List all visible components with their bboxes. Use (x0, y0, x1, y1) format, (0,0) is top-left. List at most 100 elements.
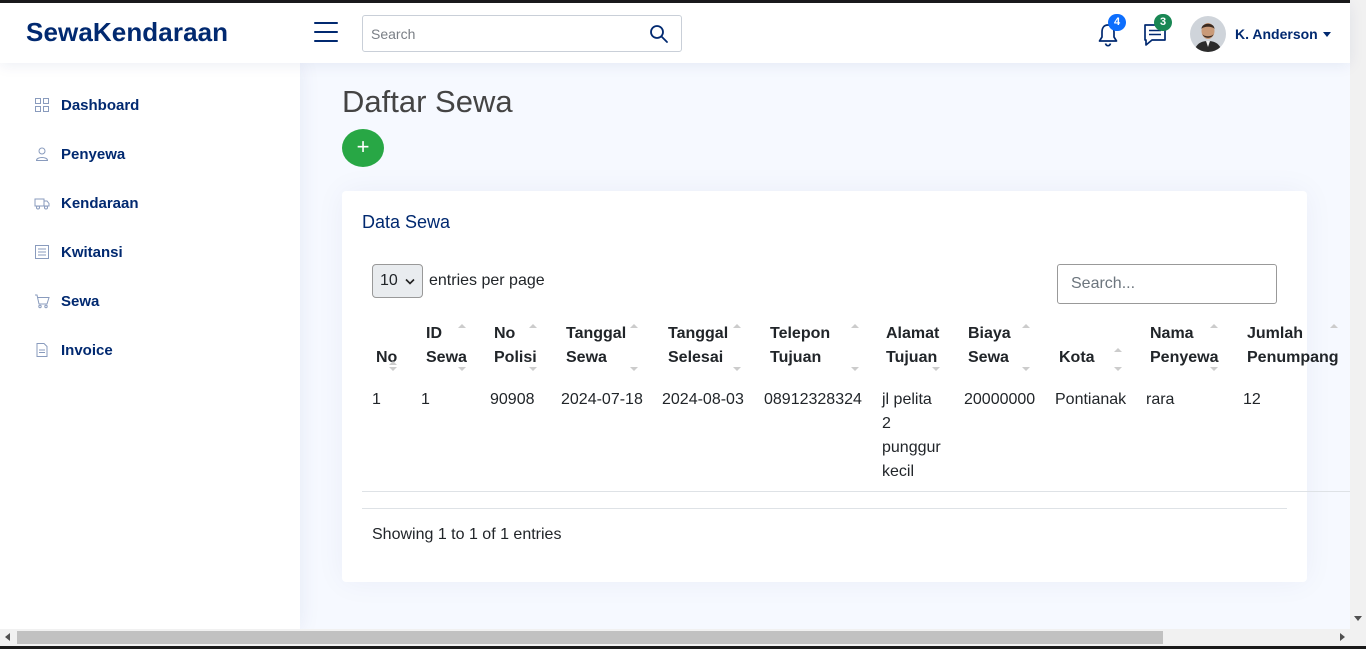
row-divider (362, 491, 1352, 492)
column-header-tanggal-sewa[interactable]: Tanggal Sewa (566, 322, 646, 370)
page-title: Daftar Sewa (342, 84, 513, 119)
brand-logo[interactable]: SewaKendaraan (26, 17, 228, 48)
cell-alamat-line: jl pelita (882, 391, 932, 408)
grid-icon (35, 98, 49, 112)
column-header-id-sewa[interactable]: ID Sewa (426, 322, 486, 370)
cell-tanggal-sewa: 2024-07-18 (561, 391, 643, 408)
column-header-jumlah-penumpang[interactable]: Jumlah Penumpang (1247, 322, 1347, 370)
scroll-left-icon[interactable] (5, 633, 10, 641)
cell-biaya-sewa: 20000000 (964, 391, 1036, 408)
search-icon[interactable] (649, 24, 669, 44)
person-icon (35, 147, 49, 161)
cell-alamat-tujuan: jl pelita 2 punggur kecil (882, 388, 952, 484)
column-header-line1: Telepon (770, 325, 831, 342)
top-header: SewaKendaraan 4 3 (0, 3, 1350, 63)
cell-no-polisi: 90908 (490, 391, 535, 408)
sidebar-item-label: Sewa (61, 292, 100, 310)
column-header-line2: Polisi (494, 349, 537, 366)
cell-alamat-line: kecil (882, 463, 915, 480)
profile-name: K. Anderson (1235, 26, 1318, 42)
scroll-down-icon[interactable] (1354, 616, 1362, 621)
column-header-biaya-sewa[interactable]: Biaya Sewa (968, 322, 1028, 370)
sort-desc-icon (1210, 367, 1218, 371)
column-header-nama-penyewa[interactable]: Nama Penyewa (1150, 322, 1230, 370)
card-title: Data Sewa (362, 212, 451, 232)
column-header-line2: Sewa (968, 349, 1009, 366)
cart-icon (35, 294, 50, 309)
sort-asc-icon (733, 324, 741, 328)
column-header-line1: Biaya (968, 325, 1011, 342)
column-header-line2: Kota (1059, 349, 1095, 366)
column-header-telepon-tujuan[interactable]: Telepon Tujuan (770, 322, 860, 370)
cell-kota: Pontianak (1055, 391, 1127, 408)
sidebar-item-kendaraan[interactable]: Kendaraan (34, 191, 139, 215)
avatar (1190, 16, 1226, 52)
sort-asc-icon (630, 324, 638, 328)
menu-toggle-icon[interactable] (314, 22, 338, 42)
sidebar-item-label: Kendaraan (61, 194, 139, 212)
column-header-line1: ID (426, 325, 442, 342)
horizontal-scrollbar[interactable] (0, 629, 1350, 646)
sort-asc-icon (1330, 324, 1338, 328)
plus-icon: + (356, 134, 370, 159)
entries-per-page: 10 entries per page (372, 264, 545, 298)
messages-button[interactable]: 3 (1142, 14, 1172, 48)
scroll-right-icon[interactable] (1340, 633, 1345, 641)
sidebar-item-penyewa[interactable]: Penyewa (34, 142, 125, 166)
sidebar-item-label: Invoice (61, 341, 113, 359)
cell-jumlah-penumpang: 12 (1243, 391, 1261, 408)
table-bottom-divider (362, 508, 1287, 509)
sidebar-item-dashboard[interactable]: Dashboard (34, 93, 139, 117)
sort-asc-icon (1114, 348, 1122, 352)
table-info: Showing 1 to 1 of 1 entries (372, 526, 562, 543)
sort-desc-icon (1114, 367, 1122, 371)
chevron-down-icon (405, 278, 415, 285)
sort-desc-icon (458, 367, 466, 371)
header-search-input[interactable] (363, 16, 633, 51)
cell-alamat-line: punggur (882, 439, 941, 456)
file-icon (36, 343, 48, 357)
sidebar-item-kwitansi[interactable]: Kwitansi (34, 240, 123, 264)
sort-asc-icon (1022, 324, 1030, 328)
cell-id-sewa: 1 (421, 391, 430, 408)
column-header-line2: Tujuan (770, 349, 822, 366)
column-header-line2: Tujuan (886, 349, 938, 366)
header-search (362, 15, 682, 52)
sort-asc-icon (529, 324, 537, 328)
sort-desc-icon (389, 367, 397, 371)
sidebar-item-label: Dashboard (61, 96, 140, 114)
notifications-badge: 4 (1108, 14, 1126, 31)
column-header-alamat-tujuan[interactable]: Alamat Tujuan (886, 322, 956, 370)
column-header-line1: Alamat (886, 325, 940, 342)
vertical-scrollbar[interactable] (1350, 0, 1366, 649)
column-header-line2: Sewa (426, 349, 467, 366)
sort-desc-icon (733, 367, 741, 371)
messages-badge: 3 (1154, 14, 1172, 31)
chevron-down-icon (1322, 31, 1331, 37)
notifications-button[interactable]: 4 (1096, 14, 1126, 48)
sort-asc-icon (1210, 324, 1218, 328)
table-search-input[interactable] (1058, 265, 1258, 303)
add-sewa-button[interactable]: + (342, 129, 384, 167)
horizontal-scroll-thumb[interactable] (17, 631, 1163, 644)
column-header-tanggal-selesai[interactable]: Tanggal Selesai (668, 322, 748, 370)
sort-desc-icon (529, 367, 537, 371)
sidebar-item-invoice[interactable]: Invoice (34, 338, 113, 362)
data-card: Data Sewa 10 entries per page No ID Sewa… (342, 191, 1352, 582)
cell-tanggal-selesai: 2024-08-03 (662, 391, 744, 408)
per-page-select[interactable]: 10 (372, 264, 423, 298)
sort-asc-icon (458, 324, 466, 328)
cell-telepon-tujuan: 08912328324 (764, 391, 862, 408)
column-header-line1: Nama (1150, 325, 1194, 342)
sort-desc-icon (851, 367, 859, 371)
column-header-no-polisi[interactable]: No Polisi (494, 322, 554, 370)
table-search (1057, 264, 1277, 304)
sort-asc-icon (389, 361, 397, 365)
sidebar-item-sewa[interactable]: Sewa (34, 289, 99, 313)
sort-desc-icon (1022, 367, 1030, 371)
profile-dropdown[interactable]: K. Anderson (1190, 15, 1331, 53)
sidebar-item-label: Penyewa (61, 145, 126, 163)
per-page-label: entries per page (429, 272, 545, 289)
sidebar-item-label: Kwitansi (61, 243, 123, 261)
cell-nama-penyewa: rara (1146, 391, 1175, 408)
